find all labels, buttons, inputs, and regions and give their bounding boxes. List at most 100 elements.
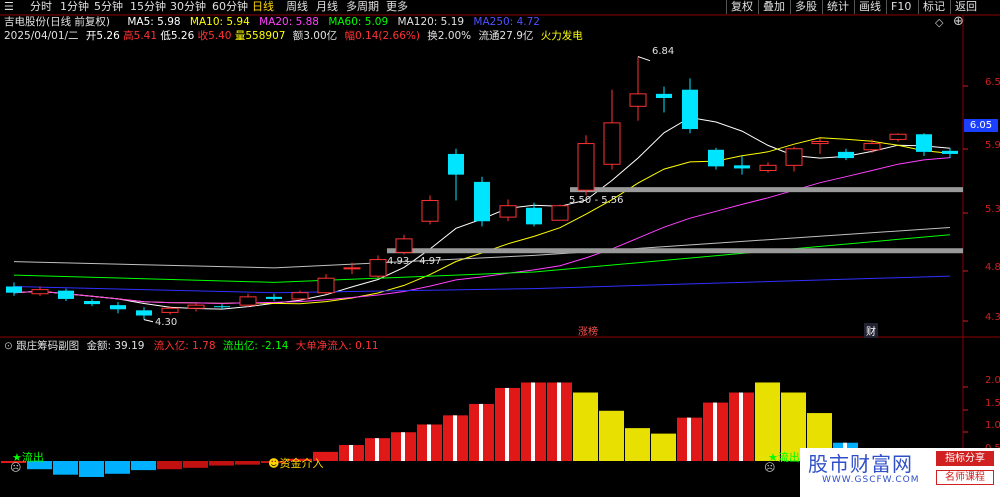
candle-body-4 (110, 305, 126, 310)
flow-bar-3 (79, 461, 104, 477)
candle-body-28 (734, 165, 750, 169)
peak-label: 6.84 (652, 46, 675, 57)
flow-bar-body-25 (651, 433, 676, 461)
flow-bar-14 (365, 438, 390, 461)
candle-body-2 (58, 290, 74, 299)
stock-name[interactable]: 吉电股份(日线 前复权) (4, 16, 110, 28)
quote-high: 高5.41 (123, 30, 158, 42)
quote-open: 开5.26 (85, 30, 120, 42)
ma-header: 吉电股份(日线 前复权) MA5: 5.98 MA10: 5.94 MA20: … (4, 16, 540, 29)
candle-body-31 (811, 141, 829, 145)
candle-body-16 (421, 200, 439, 222)
candle-35 (916, 133, 932, 156)
flow-bar-15 (391, 432, 416, 461)
outflow-label-left: 流出 (21, 451, 44, 464)
flow-bar-highlight-21 (557, 382, 561, 461)
candle-3 (84, 298, 100, 307)
candle-body-20 (526, 207, 542, 225)
candle-34 (889, 133, 907, 142)
candle-body-7 (187, 304, 205, 309)
candle-32 (838, 148, 854, 161)
fund-entry-label: 资金介入 (279, 457, 324, 470)
flow-bar-17 (443, 415, 468, 461)
band-high-label: 5.50 - 5.56 (569, 195, 624, 206)
candle-body-29 (759, 164, 777, 171)
flow-bar-16 (417, 424, 442, 461)
flow-bar-5 (131, 461, 156, 471)
watermark-title: 股市财富网 (808, 452, 913, 476)
sub-amount: 金额: 39.19 (86, 340, 145, 352)
candle-body-8 (214, 306, 230, 308)
finance-marker[interactable]: 财 (864, 323, 878, 338)
flow-bar-body-3 (79, 461, 104, 477)
watermark-tag-1: 指标分享 (936, 451, 994, 466)
candle-body-21 (551, 205, 569, 221)
flow-bar-27 (703, 402, 728, 461)
candle-31 (811, 138, 829, 154)
candle-body-34 (889, 133, 907, 140)
candle-body-26 (682, 89, 698, 130)
sad-face-icon-right: ☹ (764, 461, 776, 474)
candle-29 (759, 162, 777, 173)
sub-axis-2: 1.0 (985, 420, 1000, 431)
ma10-value: MA10: 5.94 (189, 16, 250, 28)
quote-low: 低5.26 (160, 30, 195, 42)
candle-22 (577, 135, 595, 196)
quote-float: 流通27.9亿 (478, 30, 534, 42)
candle-0 (6, 282, 22, 296)
candle-body-18 (474, 181, 490, 222)
flow-bar-26 (677, 417, 702, 461)
flow-bar-body-9 (235, 461, 260, 465)
candle-7 (187, 303, 205, 312)
sub-menu-icon[interactable]: ⊙ (4, 340, 13, 352)
candle-26 (682, 78, 698, 134)
flow-bar-20 (521, 382, 546, 461)
ma60-line (13, 234, 951, 283)
flow-bar-8 (209, 461, 234, 466)
add-icon[interactable]: ⊕ (953, 14, 964, 29)
trough-pointer (143, 319, 154, 323)
flow-bar-body-4 (105, 461, 130, 474)
diamond-icon[interactable]: ◇ (935, 16, 943, 29)
candle-10 (266, 293, 282, 301)
candle-body-24 (629, 93, 647, 107)
sub-name[interactable]: 跟庄筹码副图 (16, 340, 79, 352)
sub-big-net: 大单净流入: 0.11 (295, 340, 379, 352)
quote-date: 2025/04/01/二 (4, 30, 79, 42)
candle-4 (110, 302, 126, 314)
candle-5 (136, 307, 152, 320)
candle-body-3 (84, 301, 100, 305)
flow-bar-25 (651, 433, 676, 461)
candle-body-35 (916, 134, 932, 152)
limit-up-marker[interactable]: 涨榜 (578, 323, 598, 338)
ma5-value: MA5: 5.98 (127, 16, 181, 28)
kline-chart (0, 14, 1000, 497)
flow-bar-highlight-15 (401, 432, 405, 461)
candle-body-27 (708, 149, 724, 167)
flow-bar-13 (339, 445, 364, 461)
flow-bar-highlight-27 (713, 402, 717, 461)
candle-body-19 (499, 205, 517, 218)
sad-face-icon: ☹ (10, 461, 22, 474)
candle-body-23 (603, 122, 621, 165)
candle-27 (708, 147, 724, 170)
quote-close: 收5.40 (197, 30, 232, 42)
candle-30 (785, 146, 803, 172)
candle-1 (31, 286, 49, 296)
axis-tick-2: 5.3 (985, 204, 1000, 215)
candle-body-30 (785, 148, 803, 166)
sub-axis-1: 1.5 (985, 398, 1000, 409)
flow-bar-highlight-16 (427, 424, 431, 461)
flow-bar-24 (625, 428, 650, 461)
axis-tick-3: 4.8 (985, 262, 1000, 273)
quote-concept[interactable]: 火力发电 (541, 30, 583, 42)
candle-body-17 (448, 153, 464, 175)
candle-body-33 (863, 143, 881, 151)
candle-body-0 (6, 286, 22, 293)
quote-turnover: 换2.00% (427, 30, 472, 42)
flow-bar-4 (105, 461, 130, 474)
quote-volume: 量558907 (234, 30, 286, 42)
flow-bar-highlight-18 (479, 403, 483, 461)
current-price-tag: 6.05 (964, 119, 998, 132)
flow-bar-7 (183, 461, 208, 468)
